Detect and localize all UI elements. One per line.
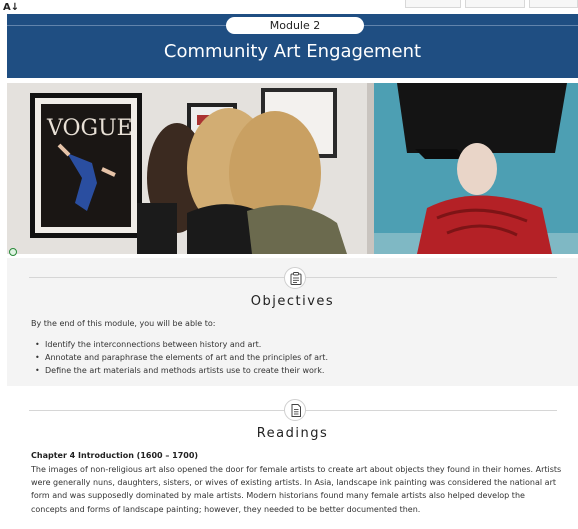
list-item: Identify the interconnections between hi… [35,338,328,351]
document-icon [284,399,306,421]
objectives-section: Objectives By the end of this module, yo… [7,258,578,386]
objectives-heading: Objectives [250,294,335,309]
gallery-photo: VOGUE [7,83,578,254]
top-strip [0,0,578,14]
hero-image: VOGUE [7,83,578,254]
expand-icon[interactable] [9,248,17,256]
objectives-intro: By the end of this module, you will be a… [31,319,216,328]
readings-heading: Readings [256,426,329,441]
list-item: Define the art materials and methods art… [35,364,328,377]
list-item: Annotate and paraphrase the elements of … [35,351,328,364]
toolbar-tab[interactable] [465,0,525,8]
clipboard-icon [284,267,306,289]
vogue-sign: VOGUE [46,116,133,141]
module-banner: Module 2 Community Art Engagement [7,14,578,78]
chapter-title: Chapter 4 Introduction (1600 – 1700) [31,451,199,460]
reading-paragraph: The images of non-religious art also ope… [31,465,562,514]
page-title: Community Art Engagement [163,41,422,62]
toolbar-tab[interactable] [405,0,461,8]
toolbar-tab[interactable] [529,0,578,8]
readings-section: Readings Chapter 4 Introduction (1600 – … [7,396,578,529]
accessibility-icon[interactable]: A↓ [3,2,19,13]
module-label: Module 2 [226,17,364,34]
objectives-list: Identify the interconnections between hi… [35,338,328,377]
